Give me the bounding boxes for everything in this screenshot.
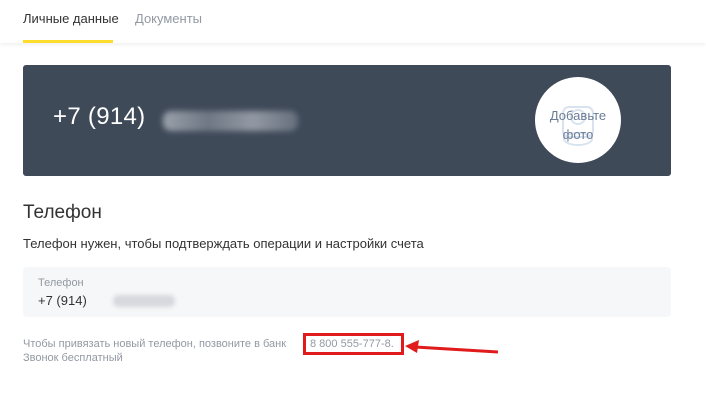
tab-documents[interactable]: Документы [135,11,202,26]
add-photo-label: Добавьте фото [549,108,607,142]
phone-field: Телефон +7 (914) [23,267,671,317]
change-phone-hint: Чтобы привязать новый телефон, позвоните… [23,338,287,350]
phone-field-value: +7 (914) [38,293,87,308]
profile-banner: +7 (914) Добавьте фото [23,65,671,176]
redacted-phone-digits [163,111,298,131]
phone-field-label: Телефон [38,277,84,289]
tabs-bar: Личные данные Документы [0,0,706,43]
free-call-note: Звонок бесплатный [23,352,123,364]
add-photo-button[interactable]: Добавьте фото [535,77,621,163]
phone-section-description: Телефон нужен, чтобы подтверждать операц… [23,236,424,251]
redacted-phone-field-digits [113,295,175,307]
active-tab-indicator [23,40,113,43]
profile-phone: +7 (914) [53,103,146,130]
tab-personal-data[interactable]: Личные данные [23,11,119,26]
bank-phone-number[interactable]: 8 800 555-777-8. [303,333,404,355]
page: Личные данные Документы +7 (914) Добавьт… [0,0,706,403]
annotation-arrow-icon [405,340,499,354]
phone-section-title: Телефон [23,202,102,223]
